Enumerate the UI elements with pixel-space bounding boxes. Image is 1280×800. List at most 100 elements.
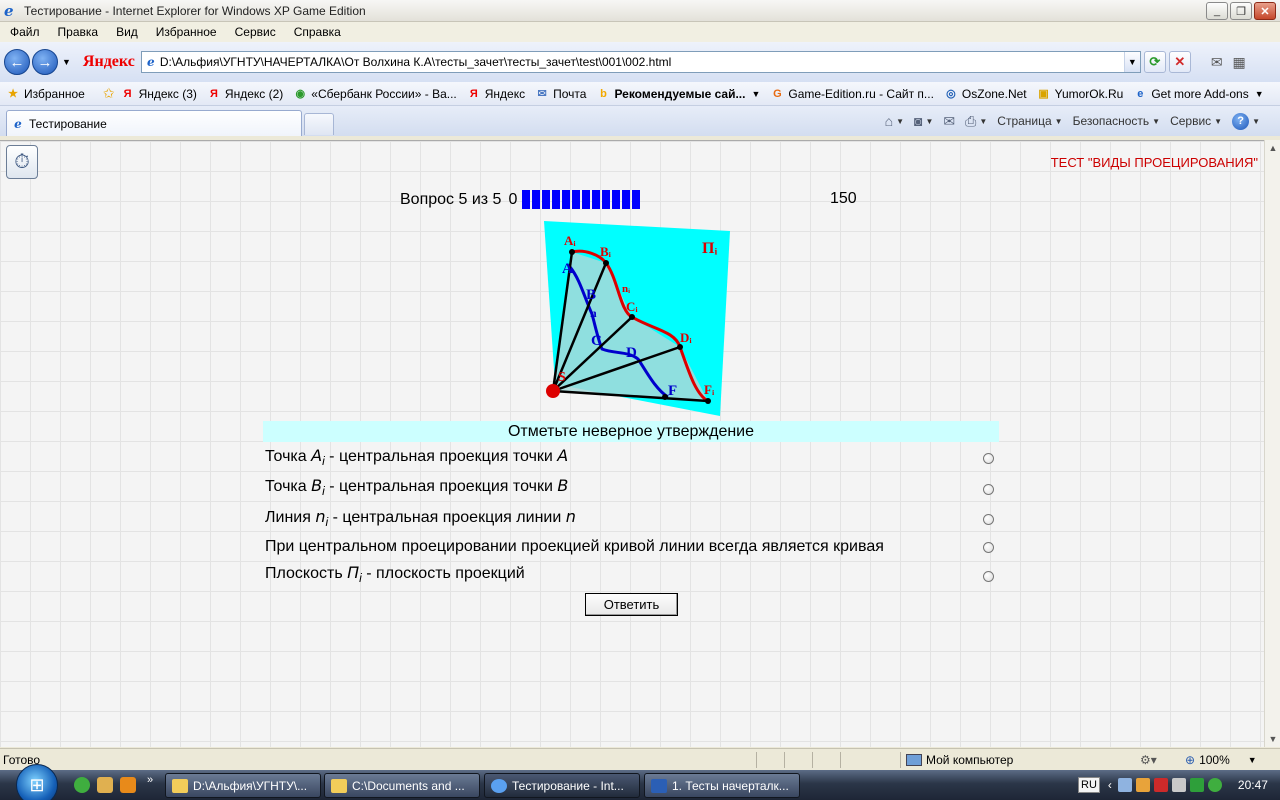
label-b-projection: Bᵢ [600, 244, 612, 259]
progress-segment [542, 190, 551, 209]
tray-expand-icon[interactable]: ‹ [1108, 778, 1112, 792]
progress-segment [552, 190, 561, 209]
quicklaunch-more-icon[interactable]: » [147, 774, 153, 786]
menu-favorites[interactable]: Избранное [146, 25, 225, 39]
favorite-yandex-3[interactable]: Я Яндекс (3) [121, 87, 197, 101]
zoom-icon: ⊕ [1185, 752, 1196, 767]
mail-icon[interactable]: ✉ [1211, 54, 1223, 71]
label-n: n [590, 306, 597, 320]
computer-icon [906, 753, 922, 766]
label-c-projection: Cᵢ [626, 299, 638, 314]
progress-segment [602, 190, 611, 209]
chevron-down-icon: ▼ [1252, 116, 1260, 126]
favorite-mail[interactable]: ✉ Почта [535, 87, 587, 101]
option-3-radio[interactable] [983, 514, 994, 525]
history-dropdown-icon[interactable]: ▼ [62, 57, 71, 67]
chevron-down-icon: ▼ [896, 116, 905, 126]
vertical-scrollbar[interactable]: ▲ ▼ [1264, 140, 1280, 747]
stop-button[interactable]: ✕ [1168, 51, 1191, 73]
refresh-button[interactable]: ⟳ [1143, 51, 1166, 73]
rss-icon[interactable]: ▦ [1233, 54, 1246, 71]
task-ie-testing[interactable]: Тестирование - Int... [484, 773, 640, 798]
paint-icon[interactable] [97, 777, 113, 793]
minimize-button[interactable]: _ [1206, 2, 1228, 20]
favorite-recommended-sites[interactable]: b Рекомендуемые сай... ▼ [596, 87, 760, 101]
favorite-sberbank[interactable]: ◉ «Сбербанк России» - Ва... [293, 87, 456, 101]
menu-file[interactable]: Файл [0, 25, 48, 39]
question-progress-line: Вопрос 5 из 5 0 [400, 190, 641, 209]
favorite-yandex[interactable]: Я Яндекс [467, 87, 525, 101]
help-menu[interactable]: ? ▼ [1232, 112, 1260, 130]
forward-button[interactable]: → [32, 49, 58, 75]
address-field[interactable]: e D:\Альфия\УГНТУ\НАЧЕРТАЛКА\От Волхина … [140, 51, 1141, 73]
close-button[interactable]: ✕ [1254, 2, 1276, 20]
menu-view[interactable]: Вид [106, 25, 146, 39]
mail-icon: ✉ [943, 112, 956, 129]
new-tab-button[interactable] [304, 113, 334, 135]
status-separator [784, 752, 785, 768]
favorite-yandex-2[interactable]: Я Яндекс (2) [207, 87, 283, 101]
option-5-radio[interactable] [983, 571, 994, 582]
task-word-tests[interactable]: 1. Тесты начерталк... [644, 773, 800, 798]
scroll-up-icon[interactable]: ▲ [1265, 140, 1280, 156]
zoom-control[interactable]: ⊕ 100% ▼ [1185, 753, 1257, 767]
chevron-down-icon: ▼ [979, 116, 988, 126]
back-button[interactable]: ← [4, 49, 30, 75]
timer-icon[interactable]: ⏱ [6, 145, 38, 179]
option-1-text: Точка Ai - центральная проекция точки A [265, 446, 569, 469]
favorite-oszone[interactable]: ◎ OsZone.Net [944, 87, 1027, 101]
system-tray: RU ‹ 20:47 [1078, 770, 1268, 800]
task-folder-documents[interactable]: C:\Documents and ... [324, 773, 480, 798]
answer-button[interactable]: Ответить [585, 593, 678, 616]
option-1-radio[interactable] [983, 453, 994, 464]
menu-edit[interactable]: Правка [48, 25, 107, 39]
menu-help[interactable]: Справка [284, 25, 349, 39]
status-separator [756, 752, 757, 768]
progress-segment [592, 190, 601, 209]
favorite-get-addons[interactable]: e Get more Add-ons ▼ [1133, 87, 1263, 101]
scroll-down-icon[interactable]: ▼ [1265, 731, 1280, 747]
tab-testing[interactable]: e Тестирование [6, 110, 302, 136]
language-indicator[interactable]: RU [1078, 777, 1100, 793]
maximize-button[interactable]: ❐ [1230, 2, 1252, 20]
favorites-button[interactable]: ★ Избранное [6, 87, 85, 101]
label-n-projection: nᵢ [622, 283, 630, 295]
address-url[interactable]: D:\Альфия\УГНТУ\НАЧЕРТАЛКА\От Волхина К.… [160, 55, 1124, 69]
antivirus-icon[interactable] [1189, 778, 1204, 792]
option-4-radio[interactable] [983, 542, 994, 553]
pdf-icon[interactable] [1153, 778, 1168, 792]
tools-menu[interactable]: Сервис ▼ [1170, 114, 1222, 128]
ie-page-icon: e [1137, 87, 1144, 100]
network-icon[interactable] [1117, 778, 1132, 792]
label-d: D [626, 345, 637, 361]
progress-segment [562, 190, 571, 209]
page-menu[interactable]: Страница ▼ [997, 114, 1062, 128]
folder-icon [331, 778, 347, 793]
tray-app-icon[interactable] [1135, 778, 1150, 792]
yandex-search-logo[interactable]: Яндекс [83, 53, 135, 71]
add-favorite-icon[interactable]: ✩ [103, 85, 115, 102]
utorrent-icon[interactable] [74, 777, 90, 793]
favorite-game-edition[interactable]: G Game-Edition.ru - Сайт п... [770, 87, 934, 101]
home-button[interactable]: ⌂ ▼ [885, 113, 904, 129]
print-button[interactable]: ⎙ ▼ [965, 113, 987, 130]
orange-app-icon[interactable] [120, 777, 136, 793]
protected-mode-icon[interactable]: ⚙▾ [1140, 753, 1157, 767]
option-2-radio[interactable] [983, 484, 994, 495]
tab-label: Тестирование [29, 116, 107, 131]
bar-min-label: 0 [508, 190, 518, 208]
favorite-yumorok[interactable]: ▣ YumorOk.Ru [1037, 87, 1123, 101]
utorrent-tray-icon[interactable] [1207, 778, 1222, 792]
game-edition-icon: G [773, 87, 782, 100]
task-folder-alfiya[interactable]: D:\Альфия\УГНТУ\... [165, 773, 321, 798]
safety-menu[interactable]: Безопасность ▼ [1073, 114, 1160, 128]
read-mail-button[interactable]: ✉ [943, 113, 955, 130]
security-zone[interactable]: Мой компьютер [906, 753, 1013, 767]
feeds-button[interactable]: ◙ ▼ [914, 113, 933, 129]
address-dropdown-icon[interactable]: ▼ [1123, 52, 1140, 72]
projection-center-s [546, 384, 560, 398]
yumorok-icon: ▣ [1038, 88, 1049, 100]
start-button[interactable]: ⊞ [16, 764, 58, 800]
menu-tools[interactable]: Сервис [225, 25, 284, 39]
volume-icon[interactable] [1171, 778, 1186, 792]
